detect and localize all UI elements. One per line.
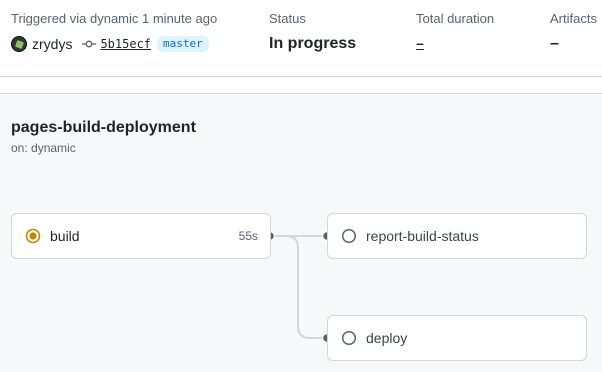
job-build[interactable]: build 55s [11, 213, 271, 259]
job-duration: 55s [238, 229, 258, 243]
job-report-build-status[interactable]: report-build-status [327, 213, 587, 259]
workflow-run-page: Triggered via dynamic 1 minute ago zrydy… [0, 0, 602, 372]
in-progress-icon [25, 228, 41, 244]
job-deploy[interactable]: deploy [327, 315, 587, 361]
pending-circle-icon [341, 330, 357, 346]
job-name: report-build-status [366, 228, 479, 244]
job-name: build [50, 228, 80, 244]
job-name: deploy [366, 330, 408, 346]
pending-circle-icon [341, 228, 357, 244]
edge-build-deploy [271, 235, 327, 339]
